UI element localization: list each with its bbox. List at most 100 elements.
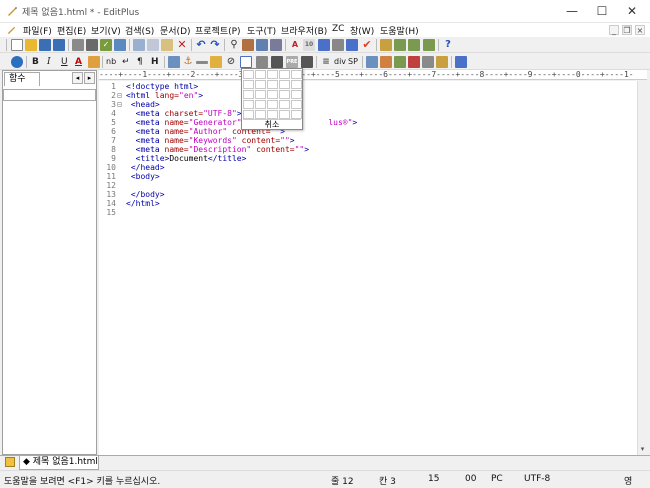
folder-icon[interactable] bbox=[5, 457, 15, 467]
new-file-icon[interactable] bbox=[11, 39, 23, 51]
left-pane-prev-button[interactable]: ◂ bbox=[72, 72, 83, 84]
menu-file[interactable]: 파일(F) bbox=[23, 24, 52, 37]
script-icon[interactable] bbox=[366, 56, 378, 68]
italic-button[interactable]: I bbox=[47, 56, 51, 68]
menu-browser[interactable]: 브라우저(B) bbox=[281, 24, 327, 37]
left-pane-next-button[interactable]: ▸ bbox=[84, 72, 95, 84]
table-grid-cell[interactable] bbox=[243, 90, 254, 99]
font-color-button[interactable]: A bbox=[75, 56, 82, 68]
nbsp-button[interactable]: nb bbox=[106, 56, 116, 68]
color-picker-icon[interactable] bbox=[394, 56, 406, 68]
replace-icon[interactable] bbox=[242, 39, 254, 51]
menu-help[interactable]: 도움말(H) bbox=[380, 24, 419, 37]
cut-icon[interactable] bbox=[133, 39, 145, 51]
table-grid-cell[interactable] bbox=[279, 80, 290, 89]
window-arrange-icon[interactable] bbox=[423, 39, 435, 51]
menu-window[interactable]: 창(W) bbox=[350, 24, 374, 37]
document-tab[interactable]: ◆ 제목 없음1.html bbox=[19, 456, 99, 470]
image-icon[interactable] bbox=[168, 56, 180, 68]
document-menu-icon[interactable] bbox=[6, 24, 17, 35]
mdi-minimize-button[interactable]: _ bbox=[609, 25, 619, 35]
table-grid-cell[interactable] bbox=[291, 90, 302, 99]
scroll-down-arrow-icon[interactable]: ▾ bbox=[637, 444, 648, 455]
window-list-icon[interactable] bbox=[408, 39, 420, 51]
form-icon[interactable] bbox=[256, 56, 268, 68]
table-grid-cell[interactable] bbox=[291, 70, 302, 79]
table-grid-cell[interactable] bbox=[279, 110, 290, 119]
pre-icon[interactable]: PRE bbox=[286, 56, 298, 68]
span-button[interactable]: SP bbox=[348, 56, 358, 68]
table-grid-cell[interactable] bbox=[291, 110, 302, 119]
fold-gutter[interactable]: ⊟ ⊟ bbox=[117, 82, 125, 109]
function-list-combo[interactable] bbox=[3, 89, 96, 101]
table-grid-cell[interactable] bbox=[267, 90, 278, 99]
menu-view[interactable]: 보기(V) bbox=[91, 24, 121, 37]
save-all-icon[interactable] bbox=[53, 39, 65, 51]
style-icon[interactable]: ≡ bbox=[320, 56, 332, 68]
ruler-toggle-icon[interactable] bbox=[332, 39, 344, 51]
redo-icon[interactable]: ↷ bbox=[209, 39, 221, 51]
window-cascade-icon[interactable] bbox=[394, 39, 406, 51]
column-select-icon[interactable] bbox=[346, 39, 358, 51]
function-tab[interactable]: 함수 bbox=[4, 72, 40, 86]
globe-icon[interactable] bbox=[11, 56, 23, 68]
menu-edit[interactable]: 편집(E) bbox=[57, 24, 86, 37]
mdi-close-button[interactable]: × bbox=[635, 25, 645, 35]
line-number-icon[interactable]: 10 bbox=[303, 39, 315, 51]
anchor-icon[interactable]: ⚓ bbox=[182, 56, 194, 68]
undo-icon[interactable]: ↶ bbox=[195, 39, 207, 51]
maximize-button[interactable]: ☐ bbox=[587, 0, 617, 23]
table-grid-cell[interactable] bbox=[267, 100, 278, 109]
css-icon[interactable] bbox=[380, 56, 392, 68]
object-icon[interactable] bbox=[436, 56, 448, 68]
table-grid-cell[interactable] bbox=[279, 70, 290, 79]
menu-search[interactable]: 검색(S) bbox=[125, 24, 154, 37]
table-grid-cell[interactable] bbox=[291, 80, 302, 89]
preview-icon[interactable] bbox=[455, 56, 467, 68]
table-grid-cell[interactable] bbox=[255, 110, 266, 119]
find-icon[interactable]: ⚲ bbox=[228, 39, 240, 51]
table-grid-cell[interactable] bbox=[255, 70, 266, 79]
table-grid-cell[interactable] bbox=[255, 90, 266, 99]
delete-icon[interactable]: ✕ bbox=[176, 39, 188, 51]
line-break-button[interactable]: ↵ bbox=[122, 56, 130, 68]
help-pointer-icon[interactable]: ? bbox=[442, 39, 454, 51]
table-grid-cell[interactable] bbox=[255, 80, 266, 89]
table-grid-cell[interactable] bbox=[267, 70, 278, 79]
print-preview-icon[interactable] bbox=[72, 39, 84, 51]
print-icon[interactable] bbox=[86, 39, 98, 51]
div-button[interactable]: div bbox=[334, 56, 346, 68]
open-folder-icon[interactable] bbox=[25, 39, 37, 51]
table-grid-cell[interactable] bbox=[279, 90, 290, 99]
table-icon[interactable] bbox=[240, 56, 252, 68]
minimize-button[interactable]: — bbox=[557, 0, 587, 23]
browser-view-icon[interactable] bbox=[114, 39, 126, 51]
heading-button[interactable]: H bbox=[151, 56, 159, 68]
font-icon[interactable]: A bbox=[289, 39, 301, 51]
frame-icon[interactable] bbox=[422, 56, 434, 68]
bold-button[interactable]: B bbox=[32, 56, 39, 68]
spell-check-icon[interactable]: ✓ bbox=[100, 39, 112, 51]
paste-icon[interactable] bbox=[161, 39, 173, 51]
table-grid-cell[interactable] bbox=[255, 100, 266, 109]
menu-document[interactable]: 문서(D) bbox=[160, 24, 191, 37]
menu-tools[interactable]: 도구(T) bbox=[247, 24, 276, 37]
word-wrap-icon[interactable] bbox=[318, 39, 330, 51]
align-center-icon[interactable] bbox=[271, 56, 283, 68]
comment-pencil-icon[interactable] bbox=[210, 56, 222, 68]
font-style-icon[interactable] bbox=[88, 56, 100, 68]
table-grid-cell[interactable] bbox=[267, 110, 278, 119]
table-grid-cell[interactable] bbox=[243, 70, 254, 79]
mdi-restore-button[interactable]: ❐ bbox=[622, 25, 632, 35]
menu-zc[interactable]: ZC bbox=[332, 24, 344, 34]
table-cancel-button[interactable]: 취소 bbox=[243, 119, 301, 129]
table-grid-cell[interactable] bbox=[279, 100, 290, 109]
copy-icon[interactable] bbox=[147, 39, 159, 51]
underline-button[interactable]: U bbox=[61, 56, 68, 68]
check-icon[interactable]: ✔ bbox=[361, 39, 373, 51]
table-grid-cell[interactable] bbox=[243, 110, 254, 119]
paragraph-button[interactable]: ¶ bbox=[137, 56, 143, 68]
vertical-scrollbar[interactable] bbox=[637, 81, 648, 455]
menu-project[interactable]: 프로젝트(P) bbox=[195, 24, 241, 37]
table-grid-cell[interactable] bbox=[267, 80, 278, 89]
